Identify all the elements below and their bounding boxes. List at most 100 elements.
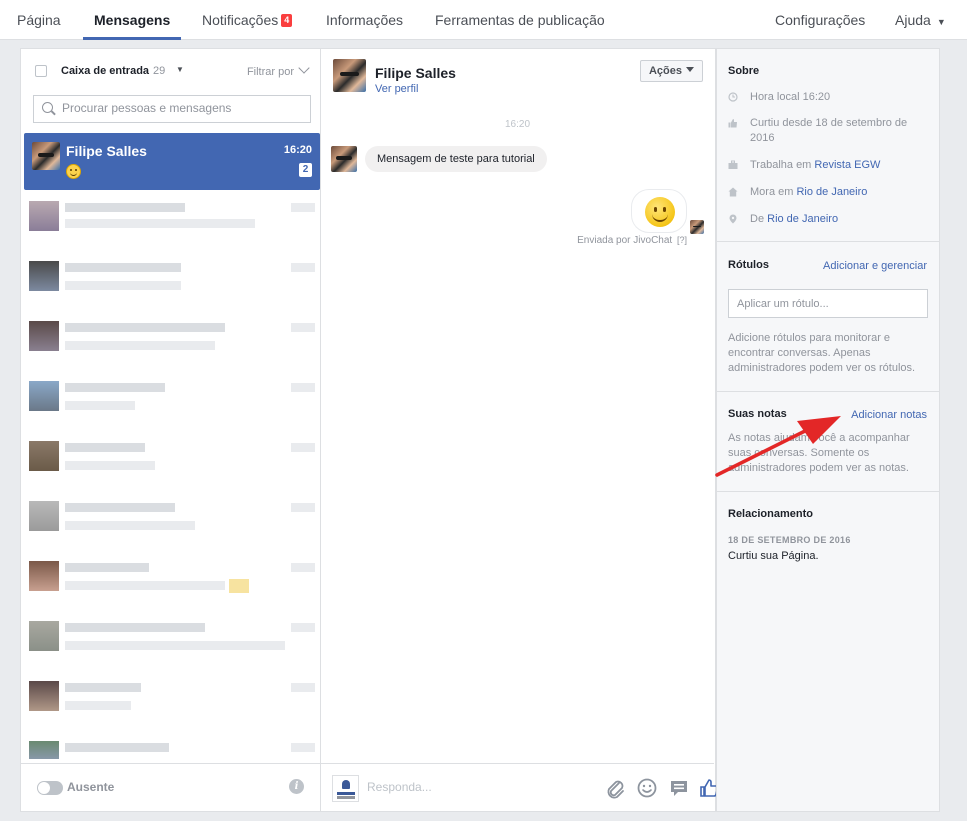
avatar (29, 441, 59, 471)
chevron-down-icon (298, 62, 310, 74)
search-input[interactable] (62, 101, 302, 115)
conversation-item-blurred[interactable] (29, 561, 321, 621)
blurred-text (65, 623, 205, 632)
message-bubble: Mensagem de teste para tutorial (365, 146, 547, 172)
tab-informacoes[interactable]: Informações (326, 0, 403, 40)
section-title: Suas notas (728, 408, 787, 420)
avatar (29, 561, 59, 591)
blurred-text (65, 521, 195, 530)
blurred-text (291, 743, 315, 752)
blurred-text (65, 743, 169, 752)
search-box (33, 95, 311, 123)
actions-button[interactable]: Ações (639, 60, 703, 82)
tab-label: Ferramentas de publicação (435, 12, 605, 28)
blurred-text (291, 203, 315, 212)
labels-section: Rótulos Adicionar e gerenciar Adicione r… (717, 242, 939, 392)
caret-down-icon[interactable]: ▼ (176, 65, 184, 74)
top-navigation: Página Mensagens Notificações 4 Informaçõ… (0, 0, 967, 40)
add-notes-link[interactable]: Adicionar notas (851, 409, 927, 421)
apply-label-input[interactable] (728, 289, 928, 318)
labels-help-text: Adicione rótulos para monitorar e encont… (728, 332, 916, 374)
avatar[interactable] (333, 59, 366, 92)
blurred-text (65, 263, 181, 272)
smile-emoji-icon (66, 164, 81, 179)
liked-since-text: Curtiu desde 18 de setembro de 2016 (750, 117, 908, 144)
blurred-text (291, 383, 315, 392)
sticker-message (631, 189, 687, 233)
avatar (690, 220, 704, 234)
blurred-text (65, 503, 175, 512)
thumbs-up-icon (728, 119, 737, 128)
settings-link[interactable]: Configurações (775, 0, 865, 40)
page-logo-icon (332, 775, 359, 802)
tab-label: Informações (326, 12, 404, 28)
saved-replies-icon[interactable] (668, 777, 690, 799)
blurred-text (65, 461, 155, 470)
conversation-item-blurred[interactable] (29, 501, 321, 561)
inbox-panel: Caixa de entrada29 ▼ Filtrar por Filipe … (20, 48, 321, 812)
inbox-header: Caixa de entrada 29 ▼ Filtrar por (21, 49, 320, 93)
manage-labels-link[interactable]: Adicionar e gerenciar (823, 260, 927, 272)
blurred-text (65, 563, 149, 572)
search-icon (42, 102, 53, 113)
avatar (29, 621, 59, 651)
tab-notificacoes[interactable]: Notificações 4 (202, 0, 293, 40)
conversation-item-active[interactable]: Filipe Salles 16:20 2 (24, 133, 320, 190)
help-menu[interactable]: Ajuda ▼ (895, 0, 946, 40)
settings-label: Configurações (775, 12, 866, 28)
home-icon (728, 187, 738, 197)
conversation-item-blurred[interactable] (29, 321, 321, 381)
blurred-text (65, 281, 181, 290)
conversation-item-blurred[interactable] (29, 381, 321, 441)
emoji-icon[interactable] (636, 777, 658, 799)
info-icon[interactable]: i (289, 779, 304, 794)
section-title: Relacionamento (728, 508, 813, 520)
caret-down-icon: ▼ (936, 17, 946, 27)
blurred-text (291, 323, 315, 332)
tab-pagina[interactable]: Página (17, 0, 61, 40)
notes-help-text: As notas ajudam você a acompanhar suas c… (728, 432, 910, 474)
away-toggle[interactable] (37, 781, 63, 795)
avatar (29, 261, 59, 291)
blurred-text (291, 443, 315, 452)
blurred-text (65, 641, 285, 650)
blurred-text (65, 203, 185, 212)
avatar (29, 201, 59, 231)
tab-mensagens[interactable]: Mensagens (83, 0, 182, 40)
tab-label: Página (17, 12, 61, 28)
reply-input[interactable] (367, 780, 577, 794)
inbox-dropdown[interactable]: Caixa de entrada 29 (61, 65, 165, 77)
work-place-link[interactable]: Revista EGW (814, 159, 880, 171)
lives-place-link[interactable]: Rio de Janeiro (796, 186, 867, 198)
smile-sticker-icon (645, 197, 675, 227)
filter-dropdown[interactable]: Filtrar por (246, 62, 310, 78)
section-title: Rótulos (728, 259, 769, 271)
blurred-text (65, 701, 131, 710)
conversation-item-blurred[interactable] (29, 741, 321, 761)
conversation-item-blurred[interactable] (29, 441, 321, 501)
blurred-text (291, 623, 315, 632)
view-profile-link[interactable]: Ver perfil (375, 83, 418, 95)
conversation-item-blurred[interactable] (29, 201, 321, 261)
avatar (331, 146, 357, 172)
work-prefix: Trabalha em (750, 159, 812, 171)
briefcase-icon (728, 160, 738, 169)
conversation-item-blurred[interactable] (29, 621, 321, 681)
from-place-link[interactable]: Rio de Janeiro (767, 213, 838, 225)
help-icon[interactable]: [?] (677, 235, 687, 245)
tab-ferramentas[interactable]: Ferramentas de publicação (435, 0, 605, 40)
avatar (29, 681, 59, 711)
blurred-text (229, 579, 249, 593)
conversation-item-blurred[interactable] (29, 261, 321, 321)
select-all-checkbox[interactable] (35, 65, 47, 77)
blurred-text (65, 581, 225, 590)
conversation-time: 16:20 (283, 144, 312, 156)
conversation-item-blurred[interactable] (29, 681, 321, 741)
filter-label: Filtrar por (246, 66, 294, 78)
inbox-footer: Ausente i (21, 763, 320, 811)
paperclip-icon[interactable] (604, 777, 626, 799)
section-title: Sobre (728, 65, 760, 77)
avatar (32, 142, 60, 170)
message-timestamp: 16:20 (504, 119, 531, 130)
relationship-date: 18 DE SETEMBRO DE 2016 (728, 535, 851, 545)
